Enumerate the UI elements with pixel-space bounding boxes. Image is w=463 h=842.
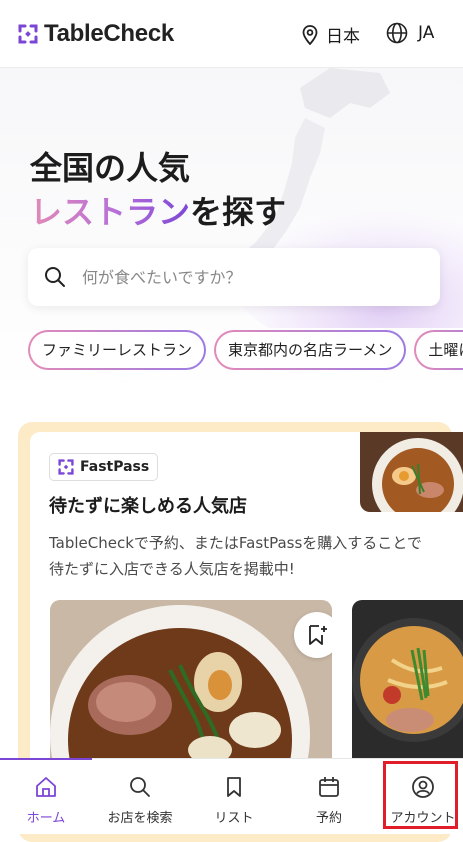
restaurant-photo-ramen-1[interactable] (50, 600, 332, 762)
language-selector[interactable]: JA (386, 22, 434, 44)
hero-section: 全国の人気 レストランを探す ファミリーレストラン東京都内の名店ラーメン土曜に行 (0, 68, 463, 398)
bookmark-add-button[interactable] (294, 612, 332, 658)
bookmark-add-icon (309, 625, 327, 645)
chip-family-restaurant[interactable]: ファミリーレストラン (28, 330, 207, 370)
chip-saturday[interactable]: 土曜に行 (414, 330, 463, 370)
tab-search[interactable]: お店を検索 (94, 759, 186, 835)
fastpass-logo-icon (58, 459, 74, 475)
restaurant-photo-ramen-2[interactable] (352, 600, 463, 762)
feature-card-description: TableCheckで予約、またはFastPassを購入することで待たずに入店で… (49, 534, 422, 578)
chip-tokyo-ramen[interactable]: 東京都内の名店ラーメン (214, 330, 407, 370)
chip-label: 東京都内の名店ラーメン (216, 332, 405, 368)
search-input[interactable] (80, 266, 404, 288)
account-tab-highlight-box (383, 761, 458, 829)
brand-logo[interactable]: TableCheck (18, 20, 174, 48)
tab-list-label: リスト (214, 811, 254, 826)
hero-title-rest: を探す (190, 193, 287, 231)
fastpass-badge: FastPass (49, 453, 159, 481)
globe-icon (386, 22, 408, 44)
tab-search-label: お店を検索 (107, 811, 173, 826)
tab-reservations[interactable]: 予約 (283, 759, 375, 835)
brand-name: TableCheck (44, 20, 174, 47)
fastpass-feature-card[interactable]: FastPass 待たずに楽しめる人気店 TableCheckで予約、またはFa… (30, 432, 463, 762)
region-label: 日本 (326, 27, 360, 47)
hero-title-line1: 全国の人気 (30, 149, 191, 187)
ramen-thumbnail-image (360, 432, 463, 512)
hero-title: 全国の人気 レストランを探す (30, 146, 286, 234)
bookmark-icon (227, 777, 241, 797)
hero-title-highlight: レストラン (30, 193, 191, 231)
chip-label: ファミリーレストラン (30, 332, 205, 368)
tab-home-label: ホーム (26, 811, 66, 826)
search-icon (130, 777, 150, 797)
language-label: JA (418, 23, 435, 43)
region-selector[interactable]: 日本 (302, 22, 360, 47)
hero-title-line2: レストランを探す (30, 190, 286, 234)
chip-label: 土曜に行 (416, 332, 463, 368)
feature-card-title: 待たずに楽しめる人気店 (49, 496, 247, 517)
suggestion-chips: ファミリーレストラン東京都内の名店ラーメン土曜に行 (28, 330, 463, 372)
search-bar[interactable] (28, 248, 440, 306)
fastpass-badge-label: FastPass (80, 459, 150, 475)
search-icon (45, 267, 65, 287)
home-icon (36, 777, 56, 797)
tab-reservations-label: 予約 (315, 811, 342, 826)
tab-list[interactable]: リスト (188, 759, 280, 835)
top-bar: TableCheck 日本 JA (0, 0, 463, 68)
tab-home[interactable]: ホーム (0, 759, 92, 835)
logo-mark-icon (18, 24, 38, 44)
location-pin-icon (302, 24, 318, 45)
calendar-icon (319, 777, 339, 797)
